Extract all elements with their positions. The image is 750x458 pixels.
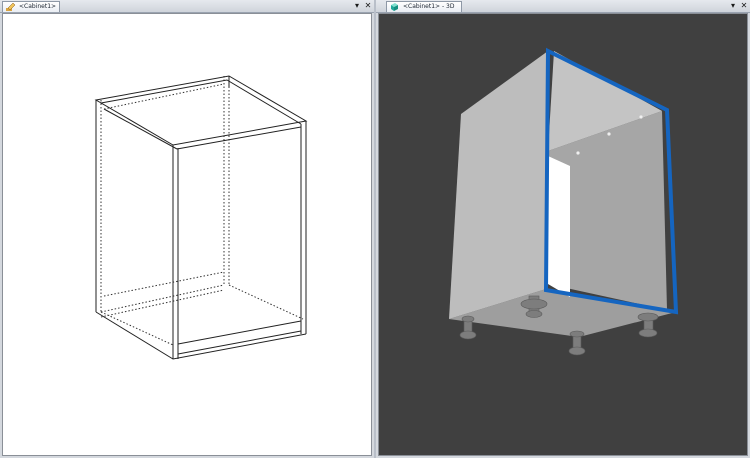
tab-label: <Cabinet1> - 3D [403, 3, 455, 10]
cabinet-3d-model [449, 47, 679, 356]
dropdown-arrow-icon[interactable]: ▾ [352, 0, 362, 12]
3d-viewport[interactable] [378, 13, 748, 456]
wireframe-view-panel: <Cabinet1> ▾ ✕ [0, 0, 374, 458]
tab-cabinet1-3d[interactable]: <Cabinet1> - 3D [386, 1, 462, 12]
shelf-pin-icon [607, 132, 611, 136]
shelf-pin-icon [576, 151, 580, 155]
close-icon[interactable]: ✕ [739, 0, 749, 12]
tab-label: <Cabinet1> [19, 3, 57, 10]
wireframe-viewport[interactable] [2, 13, 372, 456]
3d-view-panel: <Cabinet1> - 3D ▾ ✕ [376, 0, 750, 458]
shelf-pin-icon [639, 115, 643, 119]
dropdown-arrow-icon[interactable]: ▾ [728, 0, 738, 12]
pencil-icon [6, 3, 15, 11]
cabinet-side-panel [449, 51, 548, 319]
cabinet-wireframe [94, 75, 308, 360]
leg-back-right [637, 312, 659, 338]
leg-front-left [459, 315, 477, 340]
leg-front-right [568, 330, 586, 356]
tab-cabinet1[interactable]: <Cabinet1> [2, 1, 60, 12]
cube-icon [391, 3, 398, 11]
left-tab-strip: <Cabinet1> ▾ ✕ [0, 0, 374, 13]
right-tab-strip: <Cabinet1> - 3D ▾ ✕ [376, 0, 750, 13]
close-icon[interactable]: ✕ [363, 0, 373, 12]
interior-light-strip [548, 156, 570, 297]
